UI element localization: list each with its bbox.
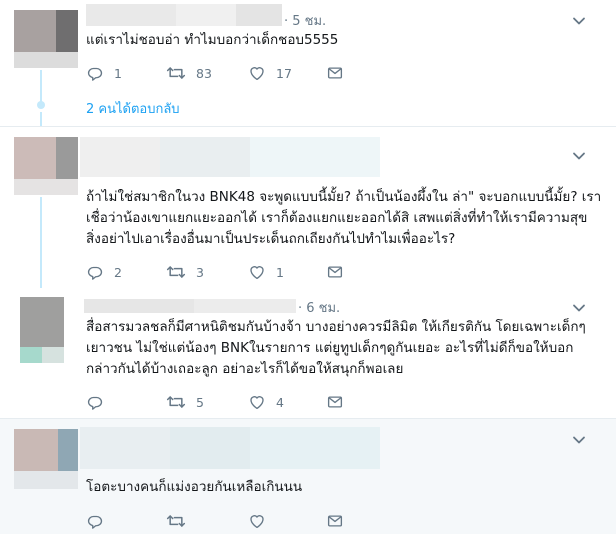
retweet-icon [166, 262, 186, 282]
chevron-down-icon[interactable] [571, 148, 587, 164]
timestamp[interactable]: · 5 ชม. [284, 10, 326, 31]
retweet-count: 5 [196, 394, 204, 410]
tweet-text: แต่เราไม่ชอบอ่า ทำไมบอกว่าเด็กชอบ5555 [86, 30, 338, 51]
tweet-text-line: กล่าวกันได้บ้างเถอะลูก อย่าอะไรก็ได้ขอให… [86, 361, 404, 377]
reply-icon [86, 393, 104, 411]
retweet-icon [166, 392, 186, 412]
like-count: 17 [276, 65, 292, 81]
author-name-redacted[interactable] [80, 137, 380, 177]
tweet-2[interactable]: ถ้าไม่ใช่สมาชิกในวง BNK48 จะพูดแบบนี้มั้… [0, 126, 616, 288]
like-button[interactable]: 1 [248, 262, 284, 282]
author-name-redacted[interactable] [80, 427, 380, 469]
tweet-text-line: เชื่อว่าน้องเขาแยกแยะออกได้ เราก็ต้องแยก… [86, 210, 588, 226]
retweet-button[interactable]: 83 [166, 63, 212, 83]
reply-icon [86, 64, 104, 82]
heart-icon [248, 263, 266, 281]
retweet-count: 3 [196, 264, 204, 280]
tweet-text-line: เยาวชน ไม่ใช่แต่น้องๆ BNKในรายการ แต่ยูท… [86, 340, 574, 356]
reply-icon [86, 512, 104, 530]
dm-button[interactable] [326, 262, 344, 282]
retweet-button[interactable] [166, 511, 196, 531]
tweet-text-line: สิ่งอย่าไปเอาเรื่องอื่นมาเป็นประเด็นถกเถ… [86, 231, 456, 247]
more-replies-link[interactable]: 2 คนได้ตอบกลับ [86, 98, 180, 119]
tweet-actions: 1 83 17 [86, 63, 386, 83]
heart-icon [248, 64, 266, 82]
tweet-actions: 5 4 [86, 392, 386, 412]
like-button[interactable]: 17 [248, 63, 292, 83]
tweet-text-line: แต่เราไม่ชอบอ่า ทำไมบอกว่าเด็กชอบ5555 [86, 32, 339, 48]
envelope-icon [326, 512, 344, 530]
envelope-icon [326, 393, 344, 411]
like-button[interactable] [248, 511, 276, 531]
reply-button[interactable] [86, 392, 114, 412]
tweet-text-line: ถ้าไม่ใช่สมาชิกในวง BNK48 จะพูดแบบนี้มั้… [86, 189, 602, 205]
reply-count: 1 [114, 65, 122, 81]
chevron-down-icon[interactable] [571, 300, 587, 316]
envelope-icon [326, 64, 344, 82]
thread-dot [37, 101, 45, 109]
reply-button[interactable]: 2 [86, 262, 122, 282]
tweet-text: โอตะบางคนก็แม่งอวยกันเหลือเกินนน [86, 477, 302, 498]
tweet-1[interactable]: · 5 ชม. แต่เราไม่ชอบอ่า ทำไมบอกว่าเด็กชอ… [0, 0, 616, 126]
avatar[interactable] [14, 429, 78, 489]
avatar[interactable] [20, 297, 64, 363]
thread-line [40, 197, 42, 288]
envelope-icon [326, 263, 344, 281]
like-count: 1 [276, 264, 284, 280]
tweet-actions [86, 511, 386, 531]
reply-count: 2 [114, 264, 122, 280]
tweet-text-line: สื่อสารมวลชลก็มีศาหนิติชมกันบ้างจ้า บางอ… [86, 319, 586, 335]
tweet-actions: 2 3 1 [86, 262, 386, 282]
thread-line [40, 112, 42, 126]
like-button[interactable]: 4 [248, 392, 284, 412]
retweet-button[interactable]: 5 [166, 392, 204, 412]
like-count: 4 [276, 394, 284, 410]
author-name-redacted[interactable] [86, 4, 282, 26]
avatar[interactable] [14, 137, 78, 195]
retweet-button[interactable]: 3 [166, 262, 204, 282]
dm-button[interactable] [326, 63, 344, 83]
retweet-icon [166, 63, 186, 83]
tweet-4[interactable]: โอตะบางคนก็แม่งอวยกันเหลือเกินนน [0, 418, 616, 534]
heart-icon [248, 393, 266, 411]
tweet-3[interactable]: · 6 ชม. สื่อสารมวลชลก็มีศาหนิติชมกันบ้าง… [0, 287, 616, 418]
tweet-text: สื่อสารมวลชลก็มีศาหนิติชมกันบ้างจ้า บางอ… [86, 317, 586, 380]
heart-icon [248, 512, 266, 530]
tweet-text-line: โอตะบางคนก็แม่งอวยกันเหลือเกินนน [86, 479, 303, 495]
tweet-text: ถ้าไม่ใช่สมาชิกในวง BNK48 จะพูดแบบนี้มั้… [86, 187, 601, 250]
author-name-redacted[interactable] [84, 299, 296, 313]
thread-line [40, 70, 42, 104]
dm-button[interactable] [326, 392, 344, 412]
reply-button[interactable] [86, 511, 114, 531]
reply-button[interactable]: 1 [86, 63, 122, 83]
reply-icon [86, 263, 104, 281]
chevron-down-icon[interactable] [571, 13, 587, 29]
timestamp[interactable]: · 6 ชม. [298, 297, 340, 318]
dm-button[interactable] [326, 511, 344, 531]
retweet-count: 83 [196, 65, 212, 81]
avatar[interactable] [14, 10, 78, 68]
chevron-down-icon[interactable] [571, 432, 587, 448]
retweet-icon [166, 511, 186, 531]
